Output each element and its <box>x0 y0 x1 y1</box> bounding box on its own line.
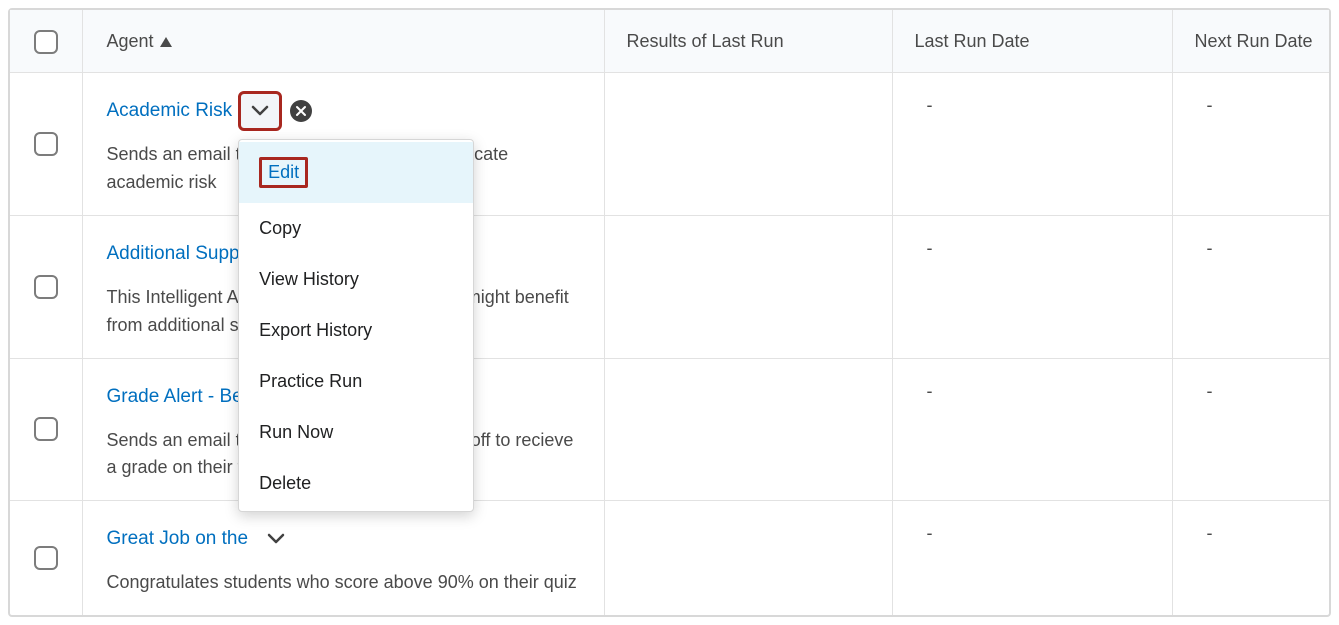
table-row: Additional Support This Intelligent Agen… <box>10 215 1329 358</box>
menu-edit-label: Edit <box>259 157 308 188</box>
results-cell <box>627 238 639 258</box>
last-run-cell: - <box>915 95 933 115</box>
next-run-cell: - <box>1195 238 1213 258</box>
row-checkbox[interactable] <box>34 275 58 299</box>
results-cell <box>627 95 639 115</box>
agent-name-link[interactable]: Academic Risk <box>107 100 233 122</box>
agent-context-menu: Edit Copy View History Export History Pr… <box>238 139 474 512</box>
menu-edit[interactable]: Edit <box>239 142 473 203</box>
last-run-cell: - <box>915 238 933 258</box>
last-run-cell: - <box>915 381 933 401</box>
header-next-run: Next Run Date <box>1172 10 1329 73</box>
menu-delete[interactable]: Delete <box>239 458 473 509</box>
agent-actions-dropdown[interactable] <box>254 519 298 559</box>
row-checkbox[interactable] <box>34 546 58 570</box>
next-run-cell: - <box>1195 95 1213 115</box>
header-last-run-label: Last Run Date <box>915 31 1030 51</box>
header-results: Results of Last Run <box>604 10 892 73</box>
menu-view-history[interactable]: View History <box>239 254 473 305</box>
menu-run-now[interactable]: Run Now <box>239 407 473 458</box>
menu-practice-run[interactable]: Practice Run <box>239 356 473 407</box>
agent-description: Congratulates students who score above 9… <box>107 569 580 597</box>
table-row: Great Job on the Congratulates students … <box>10 501 1329 615</box>
menu-copy[interactable]: Copy <box>239 203 473 254</box>
row-checkbox[interactable] <box>34 132 58 156</box>
header-results-label: Results of Last Run <box>627 31 784 51</box>
select-all-checkbox[interactable] <box>34 30 58 54</box>
disabled-icon <box>290 100 312 122</box>
agent-actions-dropdown[interactable] <box>238 91 282 131</box>
agents-table: Agent Results of Last Run Last Run Date … <box>10 10 1329 615</box>
next-run-cell: - <box>1195 381 1213 401</box>
results-cell <box>627 523 639 543</box>
agents-table-frame: Agent Results of Last Run Last Run Date … <box>8 8 1331 617</box>
chevron-down-icon <box>267 529 285 550</box>
header-agent-label: Agent <box>107 31 154 52</box>
header-checkbox-cell <box>10 10 82 73</box>
header-row: Agent Results of Last Run Last Run Date … <box>10 10 1329 73</box>
row-checkbox[interactable] <box>34 417 58 441</box>
sort-asc-icon <box>160 31 172 52</box>
results-cell <box>627 381 639 401</box>
table-row: Grade Alert - Below 80% Sends an email t… <box>10 358 1329 501</box>
next-run-cell: - <box>1195 523 1213 543</box>
table-row: Academic Risk Edit Co <box>10 73 1329 216</box>
header-last-run: Last Run Date <box>892 10 1172 73</box>
header-agent[interactable]: Agent <box>82 10 604 73</box>
header-next-run-label: Next Run Date <box>1195 31 1313 51</box>
chevron-down-icon <box>251 101 269 122</box>
menu-export-history[interactable]: Export History <box>239 305 473 356</box>
agent-name-link[interactable]: Great Job on the <box>107 528 249 550</box>
last-run-cell: - <box>915 523 933 543</box>
